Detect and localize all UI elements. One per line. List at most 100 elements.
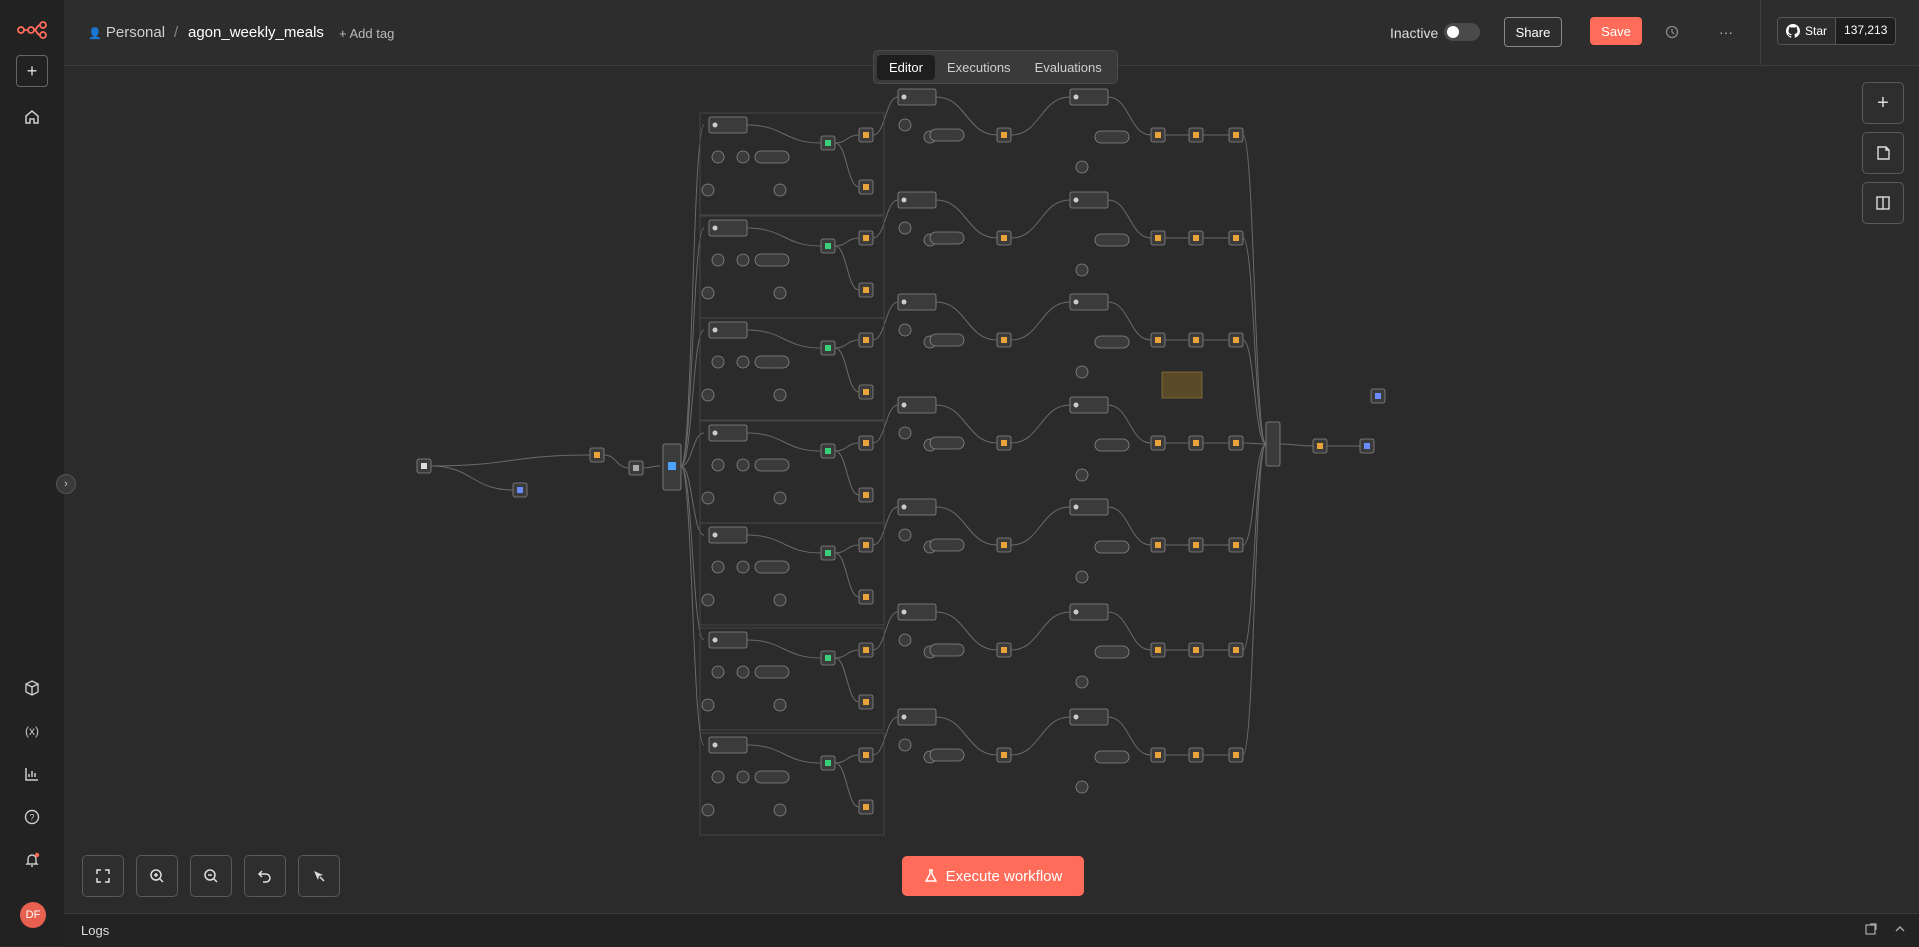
node-icon[interactable] bbox=[1193, 542, 1199, 548]
node-icon[interactable] bbox=[1193, 235, 1199, 241]
node-icon[interactable] bbox=[1193, 337, 1199, 343]
node-sub[interactable] bbox=[701, 803, 715, 817]
node-icon[interactable] bbox=[863, 699, 869, 705]
add-node-button[interactable]: + bbox=[1862, 82, 1904, 124]
node-sub[interactable] bbox=[1075, 675, 1089, 689]
node-tool[interactable] bbox=[754, 458, 790, 472]
node-icon[interactable] bbox=[863, 804, 869, 810]
node-icon[interactable] bbox=[825, 243, 831, 249]
zoom-in-button[interactable] bbox=[136, 855, 178, 897]
node-tool[interactable] bbox=[929, 333, 965, 347]
node-icon[interactable] bbox=[1364, 443, 1370, 449]
logs-panel[interactable]: Logs bbox=[64, 913, 1919, 947]
node-sub[interactable] bbox=[711, 770, 725, 784]
save-button[interactable]: Save bbox=[1590, 17, 1642, 45]
workflow-name[interactable]: agon_weekly_meals bbox=[188, 24, 324, 41]
node-sub[interactable] bbox=[711, 458, 725, 472]
node-tool[interactable] bbox=[754, 150, 790, 164]
home-icon[interactable] bbox=[16, 101, 48, 133]
node-icon[interactable] bbox=[863, 337, 869, 343]
insights-icon[interactable] bbox=[16, 758, 48, 790]
node-sub[interactable] bbox=[1075, 263, 1089, 277]
node-sub[interactable] bbox=[898, 323, 912, 337]
node-sub[interactable] bbox=[736, 150, 750, 164]
n8n-logo-icon[interactable] bbox=[16, 14, 48, 46]
node-icon[interactable] bbox=[1193, 132, 1199, 138]
node-tool[interactable] bbox=[754, 665, 790, 679]
node-sub[interactable] bbox=[773, 183, 787, 197]
node-sub[interactable] bbox=[773, 593, 787, 607]
node-sub[interactable] bbox=[1075, 160, 1089, 174]
node-tool[interactable] bbox=[1094, 335, 1130, 349]
node-tool[interactable] bbox=[1094, 645, 1130, 659]
node-icon[interactable] bbox=[825, 760, 831, 766]
add-tag-button[interactable]: + Add tag bbox=[339, 26, 394, 41]
node-sub[interactable] bbox=[711, 560, 725, 574]
node-sub[interactable] bbox=[736, 665, 750, 679]
execute-workflow-button[interactable]: Execute workflow bbox=[902, 856, 1084, 896]
node-tool[interactable] bbox=[1094, 540, 1130, 554]
node-sub[interactable] bbox=[773, 491, 787, 505]
node-icon[interactable] bbox=[517, 487, 523, 493]
node-sub[interactable] bbox=[773, 286, 787, 300]
node-sub[interactable] bbox=[701, 183, 715, 197]
node-icon[interactable] bbox=[1193, 752, 1199, 758]
node-tool[interactable] bbox=[929, 436, 965, 450]
node-icon[interactable] bbox=[825, 345, 831, 351]
node-sub[interactable] bbox=[898, 633, 912, 647]
node-icon[interactable] bbox=[421, 463, 427, 469]
node-sub[interactable] bbox=[736, 458, 750, 472]
node-sub[interactable] bbox=[773, 803, 787, 817]
tab-editor[interactable]: Editor bbox=[877, 54, 935, 80]
node-tool[interactable] bbox=[929, 231, 965, 245]
node-icon[interactable] bbox=[1155, 440, 1161, 446]
node-sub[interactable] bbox=[773, 388, 787, 402]
toggle-panel-button[interactable] bbox=[1862, 182, 1904, 224]
node-icon[interactable] bbox=[633, 465, 639, 471]
node-icon[interactable] bbox=[1001, 235, 1007, 241]
chevron-up-icon[interactable] bbox=[1894, 922, 1906, 940]
node-icon[interactable] bbox=[1233, 440, 1239, 446]
node-icon[interactable] bbox=[1001, 542, 1007, 548]
node-tool[interactable] bbox=[1094, 438, 1130, 452]
node-icon[interactable] bbox=[825, 655, 831, 661]
node-icon[interactable] bbox=[1233, 235, 1239, 241]
node-icon[interactable] bbox=[863, 752, 869, 758]
node-icon[interactable] bbox=[1001, 440, 1007, 446]
avatar[interactable]: DF bbox=[20, 902, 46, 928]
node-sub[interactable] bbox=[1075, 780, 1089, 794]
node-icon[interactable] bbox=[863, 389, 869, 395]
node-icon[interactable] bbox=[1001, 337, 1007, 343]
node-icon[interactable] bbox=[1233, 337, 1239, 343]
undo-button[interactable] bbox=[244, 855, 286, 897]
node-sub[interactable] bbox=[701, 593, 715, 607]
node-icon[interactable] bbox=[1233, 132, 1239, 138]
active-toggle[interactable] bbox=[1444, 23, 1480, 41]
node-tool[interactable] bbox=[754, 253, 790, 267]
node-icon[interactable] bbox=[1193, 440, 1199, 446]
expand-sidebar-button[interactable]: › bbox=[56, 474, 76, 494]
node-icon[interactable] bbox=[1375, 393, 1381, 399]
node-icon[interactable] bbox=[594, 452, 600, 458]
node-icon[interactable] bbox=[863, 542, 869, 548]
node-tool[interactable] bbox=[929, 538, 965, 552]
more-options-button[interactable]: ··· bbox=[1714, 20, 1738, 44]
node-sub[interactable] bbox=[711, 150, 725, 164]
node-icon[interactable] bbox=[1233, 752, 1239, 758]
node-tool[interactable] bbox=[929, 748, 965, 762]
plus-icon[interactable]: + bbox=[16, 55, 48, 87]
node-icon[interactable] bbox=[863, 235, 869, 241]
node-icon[interactable] bbox=[863, 440, 869, 446]
bell-icon[interactable] bbox=[16, 844, 48, 876]
node-sub[interactable] bbox=[711, 665, 725, 679]
node-icon[interactable] bbox=[863, 492, 869, 498]
node-sub[interactable] bbox=[1075, 570, 1089, 584]
node-icon[interactable] bbox=[1155, 132, 1161, 138]
node-sub[interactable] bbox=[701, 286, 715, 300]
node-sub[interactable] bbox=[898, 528, 912, 542]
node-sub[interactable] bbox=[898, 221, 912, 235]
node-icon[interactable] bbox=[825, 448, 831, 454]
help-icon[interactable]: ? bbox=[16, 801, 48, 833]
add-sticky-button[interactable] bbox=[1862, 132, 1904, 174]
project-breadcrumb[interactable]: 👤 Personal bbox=[88, 24, 165, 41]
